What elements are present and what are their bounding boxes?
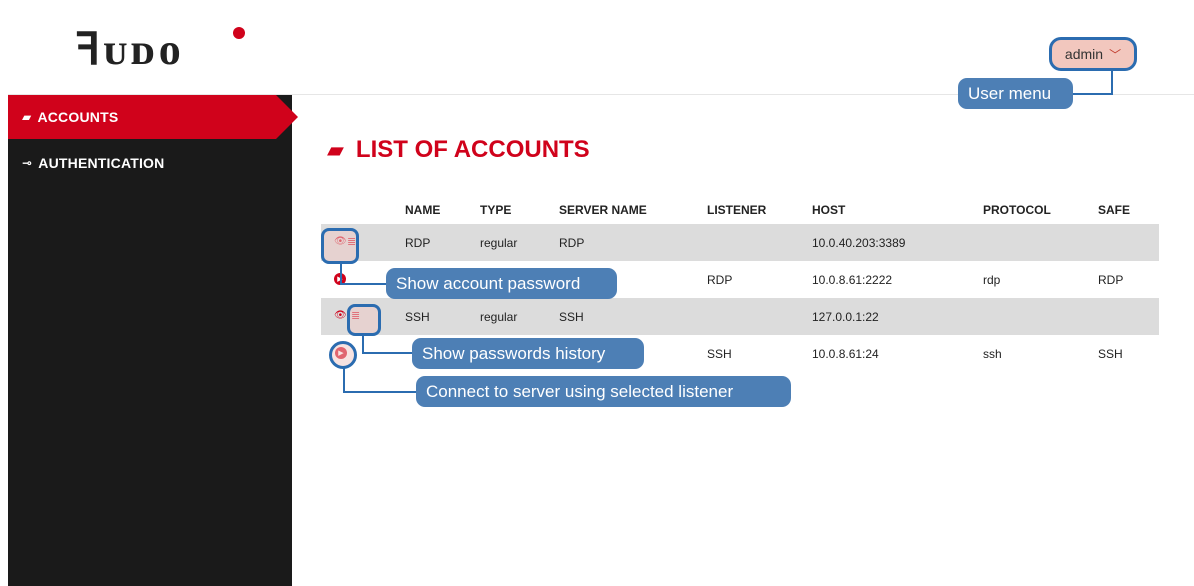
- column-header-server-name[interactable]: SERVER NAME: [559, 196, 647, 224]
- connector-line: [1111, 70, 1113, 95]
- cell-server-name: RDP: [559, 235, 585, 250]
- sidebar-item-accounts[interactable]: ▰ ACCOUNTS: [8, 95, 298, 139]
- cell-host: 10.0.40.203:3389: [812, 235, 906, 250]
- callout-connect: Connect to server using selected listene…: [416, 376, 791, 407]
- column-header-host[interactable]: HOST: [812, 196, 845, 224]
- table-row: 👁 ≣ RDP regular RDP 10.0.40.203:3389: [321, 224, 1159, 261]
- eye-highlight-box: [321, 228, 359, 264]
- table-row: 👁 ≣ SSH regular SSH 127.0.0.1:22: [321, 298, 1159, 335]
- eye-icon[interactable]: 👁: [334, 310, 347, 321]
- connector-line: [1073, 93, 1113, 95]
- connector-line: [362, 352, 414, 354]
- sidebar-item-label: ACCOUNTS: [37, 109, 119, 125]
- cell-host: 10.0.8.61:2222: [812, 272, 893, 287]
- chevron-down-icon: ﹀: [1109, 47, 1122, 62]
- cell-type: regular: [480, 309, 518, 324]
- book-icon: ▰: [22, 110, 32, 124]
- callout-show-password: Show account password: [386, 268, 617, 299]
- page-title-text: LIST OF ACCOUNTS: [355, 136, 590, 163]
- column-header-type[interactable]: TYPE: [480, 196, 511, 224]
- cell-type: regular: [480, 235, 518, 250]
- user-menu-label: admin: [1064, 46, 1104, 62]
- connector-line: [340, 283, 388, 285]
- key-icon: ⊸: [22, 156, 33, 170]
- sidebar-item-authentication[interactable]: ⊸ AUTHENTICATION: [8, 141, 292, 185]
- book-icon: ▰: [327, 137, 344, 162]
- callout-user-menu: User menu: [958, 78, 1073, 109]
- column-header-safe[interactable]: SAFE: [1098, 196, 1130, 224]
- column-header-listener[interactable]: LISTENER: [707, 196, 766, 224]
- cell-protocol: ssh: [983, 346, 1002, 361]
- cell-safe: SSH: [1098, 346, 1123, 361]
- cell-listener: SSH: [707, 346, 732, 361]
- cell-name: SSH: [405, 309, 430, 324]
- connect-highlight-box: [329, 341, 357, 369]
- connector-line: [362, 335, 364, 353]
- callout-passwords-history: Show passwords history: [412, 338, 644, 369]
- cell-name: RDP: [405, 235, 431, 250]
- connector-line: [343, 391, 417, 393]
- sidebar-item-label: AUTHENTICATION: [38, 155, 165, 171]
- connector-line: [343, 368, 345, 392]
- page-title: ▰ LIST OF ACCOUNTS: [327, 136, 590, 164]
- cell-listener: RDP: [707, 272, 733, 287]
- column-header-name[interactable]: NAME: [405, 196, 440, 224]
- cell-server-name: SSH: [559, 309, 584, 324]
- cell-protocol: rdp: [983, 272, 1001, 287]
- cell-safe: RDP: [1098, 272, 1124, 287]
- logo-dot: [233, 27, 245, 39]
- fudo-logo[interactable]: ꟻᴜᴅᴏ: [75, 28, 184, 72]
- user-menu-button[interactable]: admin ﹀: [1049, 37, 1137, 71]
- sidebar: ▰ ACCOUNTS ⊸ AUTHENTICATION: [8, 95, 298, 586]
- cell-host: 127.0.0.1:22: [812, 309, 879, 324]
- connector-line: [340, 263, 342, 283]
- table-header: NAME TYPE SERVER NAME LISTENER HOST PROT…: [321, 196, 1159, 224]
- column-header-protocol[interactable]: PROTOCOL: [983, 196, 1051, 224]
- history-highlight-box: [347, 304, 381, 336]
- cell-host: 10.0.8.61:24: [812, 346, 879, 361]
